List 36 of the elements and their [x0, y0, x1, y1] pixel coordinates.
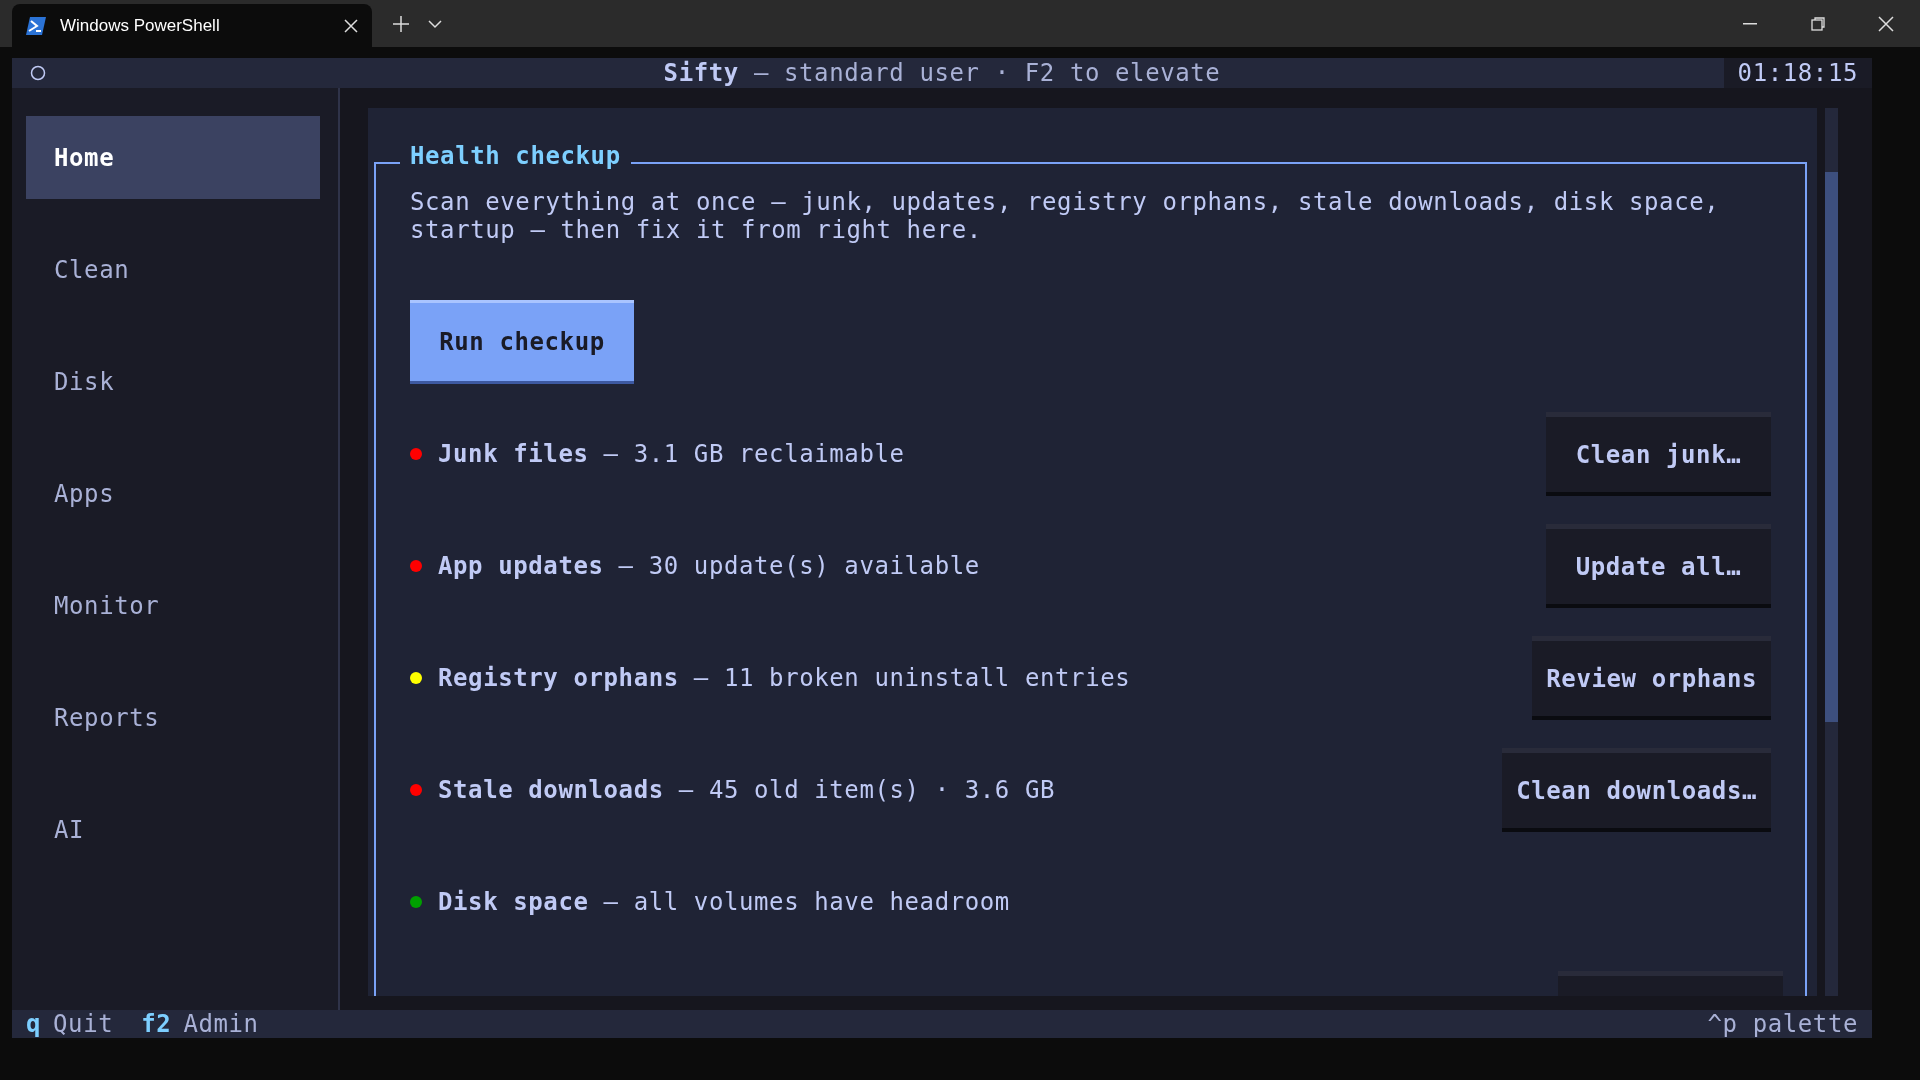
check-result: Disk space — all volumes have headroom — [438, 888, 1011, 916]
sidebar-item[interactable]: Disk — [26, 340, 320, 423]
app-title: Sifty — standard user · F2 to elevate — [663, 59, 1221, 87]
scrollbar-thumb[interactable] — [1825, 172, 1838, 722]
close-icon[interactable] — [1878, 15, 1894, 32]
action-button[interactable]: Clean downloads… — [1502, 748, 1771, 832]
panel-title: Health checkup — [400, 142, 631, 170]
sidebar-item[interactable]: Reports — [26, 676, 320, 759]
action-button[interactable]: Update all… — [1546, 524, 1771, 608]
key-hint[interactable]: q Quit — [26, 1010, 114, 1038]
action-button[interactable]: Review orphans — [1532, 636, 1771, 720]
check-result: Stale downloads — 45 old item(s) · 3.6 GB — [438, 776, 1057, 804]
run-checkup-button[interactable]: Run checkup — [410, 300, 634, 384]
check-result: Junk files — 3.1 GB reclaimable — [438, 440, 906, 468]
restore-icon[interactable] — [1811, 16, 1825, 31]
clock: 01:18:15 — [1723, 58, 1872, 88]
sidebar-item[interactable]: Clean — [26, 228, 320, 311]
check-result: App updates — 30 update(s) available — [438, 552, 981, 580]
sidebar-item[interactable]: AI — [26, 788, 320, 871]
close-icon[interactable] — [344, 18, 358, 33]
palette-hint[interactable]: ^p palette — [1707, 1010, 1858, 1038]
sidebar-item[interactable]: Apps — [26, 452, 320, 535]
circle-icon — [30, 65, 46, 81]
minimize-icon[interactable] — [1743, 22, 1757, 25]
action-button[interactable]: Clean junk… — [1546, 412, 1771, 496]
sidebar-item[interactable]: Home — [26, 116, 320, 199]
chevron-down-icon[interactable] — [428, 18, 442, 29]
panel-description: Scan everything at once — junk, updates, registry orphans, stale downloads, disk space, startup — then fix it from right here. — [410, 188, 1721, 244]
scrollbar[interactable] — [1825, 108, 1838, 996]
powershell-icon — [26, 16, 46, 35]
sidebar-item[interactable]: Monitor — [26, 564, 320, 647]
plus-icon[interactable] — [392, 14, 410, 33]
terminal-tab[interactable]: Windows PowerShell — [12, 4, 372, 47]
key-hint[interactable]: f2 Admin — [141, 1010, 259, 1038]
check-result: Registry orphans — 11 broken uninstall entries — [438, 664, 1132, 692]
tab-title: Windows PowerShell — [60, 15, 221, 36]
